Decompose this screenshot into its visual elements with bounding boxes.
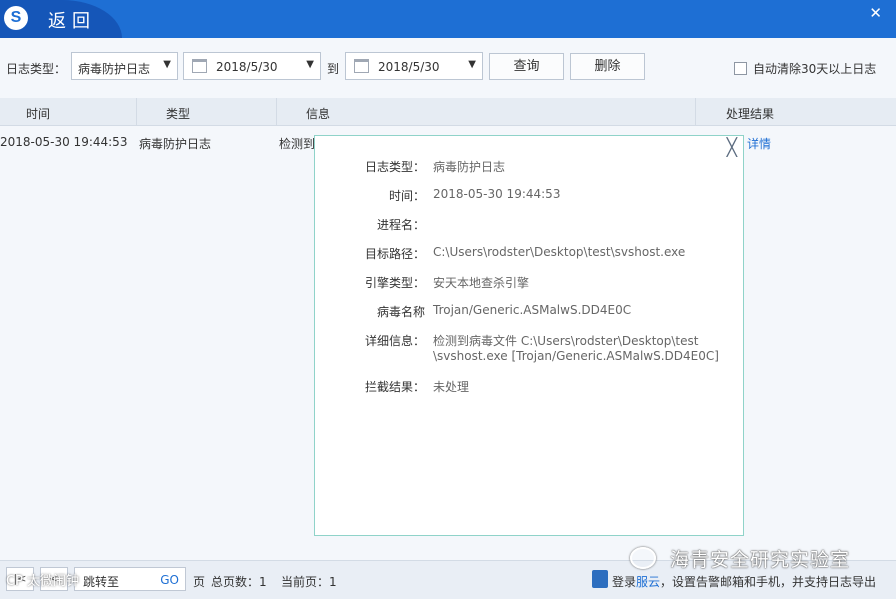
table-header: 时间 类型 信息 处理结果: [0, 98, 896, 126]
field-value-engine: 安天本地查杀引擎: [433, 276, 530, 290]
total-pages: 总页数：1: [211, 575, 267, 589]
date-from-picker[interactable]: 2018/5/30 ▼: [183, 52, 321, 80]
log-type-value: 病毒防护日志: [78, 62, 151, 76]
column-header-result[interactable]: 处理结果: [726, 105, 774, 122]
filter-toolbar: 日志类型： 病毒防护日志 ▼ 2018/5/30 ▼ 到 2018/5/30 ▼…: [0, 38, 896, 98]
log-details-popup: ╳ 日志类型： 病毒防护日志 时间： 2018-05-30 19:44:53 进…: [314, 135, 744, 536]
cloud-promo: 登录服云，设置告警邮箱和手机，并支持日志导出: [612, 573, 876, 590]
field-value-log-type: 病毒防护日志: [433, 160, 506, 174]
date-from-value: 2018/5/30: [216, 60, 278, 74]
wechat-icon: [630, 547, 656, 569]
column-header-type[interactable]: 类型: [166, 105, 190, 122]
cloud-name-link[interactable]: 服云: [636, 575, 660, 589]
row-type: 病毒防护日志: [139, 137, 212, 151]
column-divider: [136, 98, 137, 126]
auto-clear-label: 自动清除30天以上日志: [753, 62, 877, 76]
field-label-log-type: 日志类型：: [364, 160, 425, 174]
column-divider: [276, 98, 277, 126]
column-header-info[interactable]: 信息: [306, 105, 330, 122]
field-value-details-line2: \svshost.exe [Trojan/Generic.ASMalwS.DD4…: [433, 349, 719, 363]
details-link[interactable]: 详情: [747, 135, 771, 152]
chevron-down-icon: ▼: [468, 59, 476, 70]
log-type-label: 日志类型：: [6, 62, 67, 76]
field-label-process: 进程名：: [376, 218, 425, 232]
field-label-time: 时间：: [388, 189, 425, 203]
current-page: 当前页：1: [281, 575, 337, 589]
field-value-block-result: 未处理: [433, 380, 470, 394]
calendar-icon: [354, 59, 369, 73]
go-button[interactable]: GO: [160, 573, 179, 587]
cloud-login-link[interactable]: 登录: [612, 575, 636, 589]
field-label-engine: 引擎类型：: [364, 276, 425, 290]
app-logo-icon: S: [4, 6, 28, 30]
jump-page-placeholder: 跳转至: [83, 575, 120, 589]
row-time: 2018-05-30 19:44:53: [0, 135, 128, 149]
field-label-virus-name: 病毒名称: [376, 305, 425, 319]
field-value-virus-name: Trojan/Generic.ASMalwS.DD4E0C: [433, 303, 632, 317]
query-button[interactable]: 查询: [489, 53, 564, 80]
log-type-select[interactable]: 病毒防护日志 ▼: [71, 52, 178, 80]
popup-close-icon[interactable]: ╳: [727, 138, 737, 158]
jump-page-input[interactable]: 跳转至 GO: [74, 567, 186, 591]
date-to-value: 2018/5/30: [378, 60, 440, 74]
column-header-time[interactable]: 时间: [26, 105, 50, 122]
watermark-left: CP 太微闹钟: [6, 574, 80, 589]
window-close-icon[interactable]: ✕: [869, 4, 882, 22]
field-label-target-path: 目标路径：: [364, 247, 425, 261]
cloud-promo-text: ，设置告警邮箱和手机，并支持日志导出: [660, 575, 877, 589]
back-button[interactable]: 返回: [48, 7, 96, 33]
cloud-service-icon: [592, 570, 608, 588]
field-value-target-path: C:\Users\rodster\Desktop\test\svshost.ex…: [433, 245, 686, 259]
column-divider: [695, 98, 696, 126]
field-label-details: 详细信息：: [364, 334, 425, 348]
delete-button[interactable]: 删除: [570, 53, 645, 80]
field-label-block-result: 拦截结果：: [364, 380, 425, 394]
to-label: 到: [327, 62, 340, 76]
date-to-picker[interactable]: 2018/5/30 ▼: [345, 52, 483, 80]
watermark-text: 海青安全研究实验室: [670, 549, 851, 571]
auto-clear-checkbox[interactable]: [734, 62, 747, 75]
calendar-icon: [192, 59, 207, 73]
chevron-down-icon: ▼: [163, 59, 171, 70]
page-unit-label: 页: [193, 575, 206, 589]
chevron-down-icon: ▼: [306, 59, 314, 70]
row-info: 检测到: [279, 137, 316, 151]
field-value-details: 检测到病毒文件 C:\Users\rodster\Desktop\test: [433, 334, 699, 348]
title-bar: S 返回 ✕: [0, 0, 896, 38]
field-value-time: 2018-05-30 19:44:53: [433, 187, 561, 201]
